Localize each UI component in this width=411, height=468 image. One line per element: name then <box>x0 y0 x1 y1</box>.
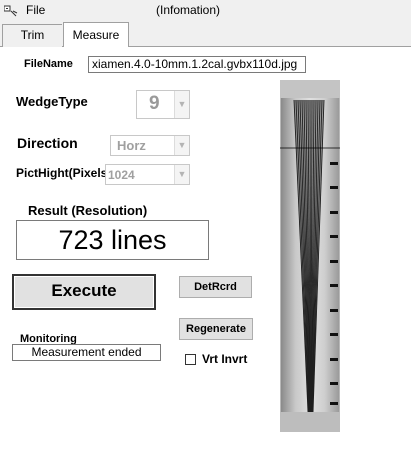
menu-file[interactable]: File <box>26 3 45 17</box>
wedgetype-select[interactable]: 9 ▼ <box>136 90 190 119</box>
direction-select[interactable]: Horz ▼ <box>110 135 190 156</box>
direction-label: Direction <box>17 135 78 151</box>
detrcrd-button[interactable]: DetRcrd <box>179 276 252 298</box>
direction-value: Horz <box>117 138 146 153</box>
execute-button[interactable]: Execute <box>12 274 156 310</box>
chevron-down-icon[interactable]: ▼ <box>174 165 189 184</box>
window-title: (Infomation) <box>156 3 221 17</box>
filename-field[interactable]: xiamen.4.0-10mm.1.2cal.gvbx110d.jpg <box>88 56 306 73</box>
result-value: 723 lines <box>16 220 209 260</box>
wedgetype-value: 9 <box>149 93 160 114</box>
pictheight-select[interactable]: 1024 ▼ <box>105 164 190 185</box>
tab-measure[interactable]: Measure <box>63 22 129 47</box>
vrt-invrt-checkbox[interactable] <box>185 354 196 365</box>
vrt-invrt-label[interactable]: Vrt Invrt <box>202 352 247 366</box>
result-label: Result (Resolution) <box>28 203 148 218</box>
app-icon <box>4 5 18 17</box>
wedgetype-label: WedgeType <box>16 94 88 109</box>
regenerate-button[interactable]: Regenerate <box>179 318 253 340</box>
wedge-image <box>280 80 340 432</box>
filename-label: FileName <box>24 58 73 70</box>
tab-trim[interactable]: Trim <box>2 24 62 47</box>
pictheight-label: PictHight(Pixels) <box>16 166 112 180</box>
chevron-down-icon[interactable]: ▼ <box>174 91 189 118</box>
chevron-down-icon[interactable]: ▼ <box>174 136 189 155</box>
pictheight-value: 1024 <box>108 168 135 182</box>
monitoring-status: Measurement ended <box>12 344 161 361</box>
